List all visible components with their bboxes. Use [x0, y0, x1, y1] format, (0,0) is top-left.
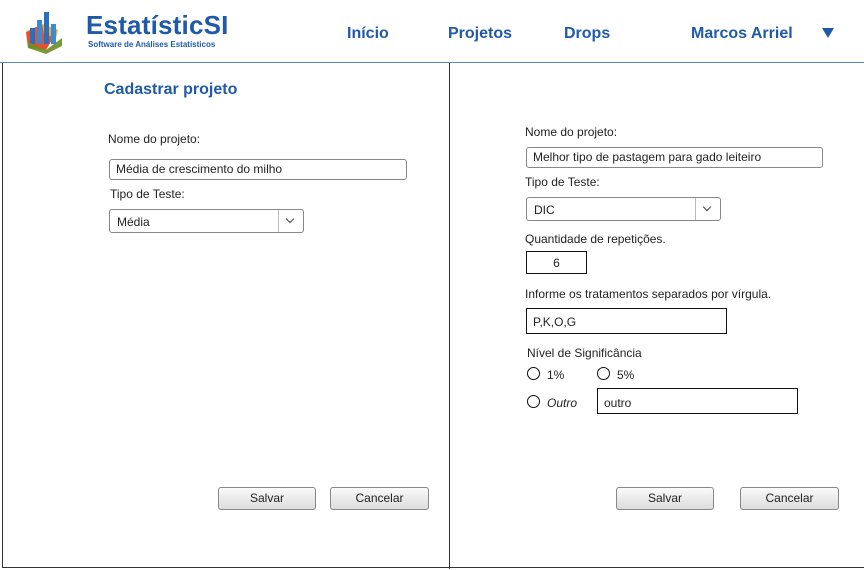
significance-5-radio[interactable] — [597, 367, 610, 380]
project-name-label: Nome do projeto: — [108, 132, 201, 146]
repetitions-input[interactable]: 6 — [526, 251, 587, 274]
user-menu[interactable]: Marcos Arriel — [691, 25, 793, 43]
repetitions-label: Quantidade de repetições. — [525, 232, 666, 246]
save-button[interactable]: Salvar — [218, 487, 316, 510]
significance-1-radio[interactable] — [527, 367, 540, 380]
frame-border-bottom — [2, 567, 864, 568]
brand-name: EstatísticSI — [86, 10, 229, 40]
save-button[interactable]: Salvar — [616, 487, 714, 510]
test-type-value: DIC — [534, 203, 555, 217]
nav-inicio[interactable]: Início — [347, 25, 389, 43]
cancel-button[interactable]: Cancelar — [740, 487, 839, 510]
project-name-input[interactable]: Melhor tipo de pastagem para gado leitei… — [526, 147, 823, 168]
significance-5-label: 5% — [617, 368, 635, 382]
nav-projetos[interactable]: Projetos — [448, 25, 512, 43]
frame-border-left — [2, 63, 3, 567]
test-type-select[interactable]: DIC — [526, 197, 721, 221]
project-name-label: Nome do projeto: — [525, 125, 618, 139]
significance-1-label: 1% — [547, 368, 565, 382]
significance-other-label: Outro — [547, 396, 578, 410]
treatments-input[interactable]: P,K,O,G — [526, 308, 727, 334]
brand-subtitle: Software de Análises Estatísticos — [88, 40, 216, 49]
cancel-button[interactable]: Cancelar — [330, 487, 429, 510]
panel-divider — [449, 63, 450, 569]
chevron-down-icon — [695, 198, 720, 220]
significance-other-input[interactable]: outro — [597, 388, 798, 414]
page-title: Cadastrar projeto — [104, 81, 238, 98]
treatments-label: Informe os tratamentos separados por vír… — [525, 287, 772, 301]
significance-label: Nível de Significância — [527, 346, 642, 360]
chevron-down-icon — [278, 210, 303, 232]
chevron-down-icon[interactable] — [822, 28, 834, 38]
nav-drops[interactable]: Drops — [564, 25, 610, 43]
significance-other-radio[interactable] — [527, 395, 540, 408]
test-type-label: Tipo de Teste: — [110, 187, 185, 201]
test-type-select[interactable]: Média — [109, 209, 304, 233]
test-type-label: Tipo de Teste: — [525, 175, 600, 189]
app-header: EstatísticSI Software de Análises Estatí… — [0, 0, 864, 63]
test-type-value: Média — [117, 215, 150, 229]
bar-chart-logo-icon — [26, 12, 62, 54]
project-name-input[interactable]: Média de crescimento do milho — [109, 159, 407, 180]
